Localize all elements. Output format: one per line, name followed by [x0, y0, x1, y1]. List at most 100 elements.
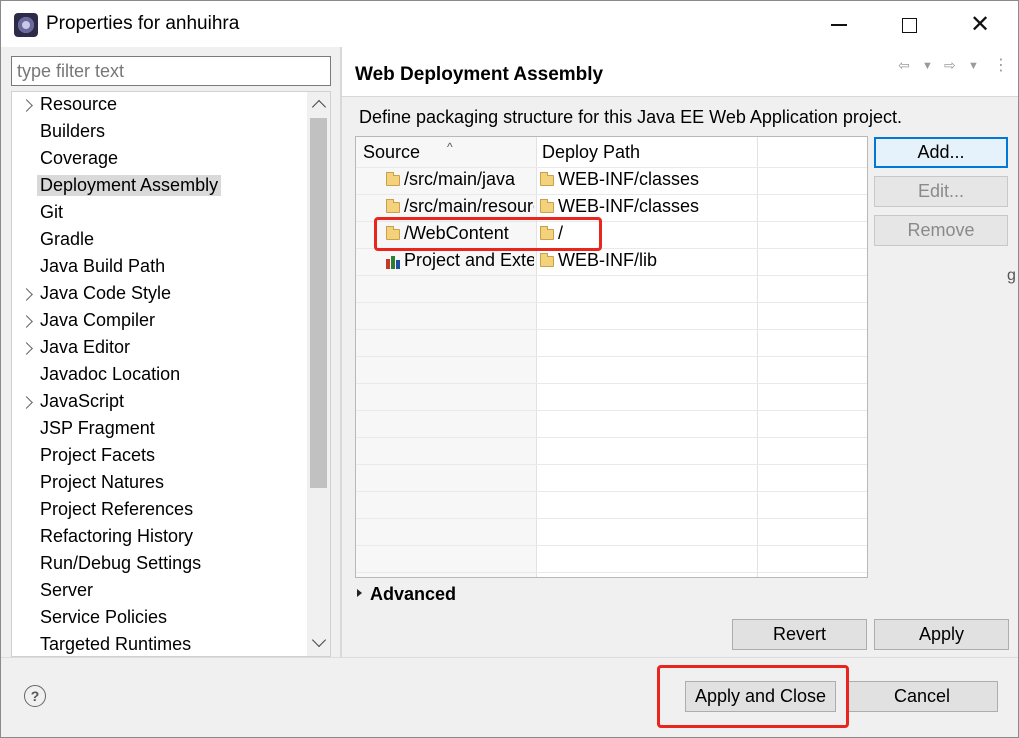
tree-item[interactable]: Gradle [12, 227, 307, 254]
tree-item[interactable]: Coverage [12, 146, 307, 173]
expand-chevron-icon[interactable] [20, 339, 34, 357]
tree-item[interactable]: Java Code Style [12, 281, 307, 308]
close-button[interactable]: ✕ [964, 9, 996, 41]
tree-item[interactable]: Server [12, 578, 307, 605]
expand-chevron-icon[interactable] [20, 96, 34, 114]
tree-item[interactable]: Targeted Runtimes [12, 632, 307, 656]
tree-item[interactable]: Javadoc Location [12, 362, 307, 389]
close-icon: ✕ [969, 11, 991, 38]
cancel-button[interactable]: Cancel [846, 681, 998, 712]
tree-item-label: Targeted Runtimes [40, 634, 192, 654]
tree-item[interactable]: JSP Fragment [12, 416, 307, 443]
row-divider [356, 356, 867, 357]
advanced-label: Advanced [370, 584, 457, 604]
tree-item[interactable]: Deployment Assembly [12, 173, 307, 200]
tree-item[interactable]: Project References [12, 497, 307, 524]
tree-item-label: Resource [40, 94, 118, 114]
forward-menu-chevron-icon[interactable]: ▼ [968, 60, 979, 72]
library-icon [386, 255, 402, 269]
row-divider [356, 410, 867, 411]
column-divider[interactable] [757, 137, 758, 577]
row-divider [356, 464, 867, 465]
folder-icon [386, 172, 400, 186]
tree-item[interactable]: Java Editor [12, 335, 307, 362]
tree-item[interactable]: Project Natures [12, 470, 307, 497]
deploy-path: WEB-INF/lib [558, 250, 657, 270]
view-menu-icon[interactable]: ⋮ [993, 55, 1009, 75]
column-header-deploy-path[interactable]: Deploy Path [542, 142, 640, 163]
expand-triangle-icon [357, 589, 362, 598]
source-cell[interactable]: /src/main/java [384, 168, 534, 194]
source-path: /src/main/resources [404, 196, 534, 216]
tree-item-label: Deployment Assembly [37, 175, 222, 196]
source-path: /src/main/java [404, 169, 516, 189]
source-cell[interactable]: Project and External Dependencies [384, 249, 534, 275]
forward-arrow-icon[interactable]: ⇨ [944, 57, 956, 74]
row-divider [356, 383, 867, 384]
edit-button[interactable]: Edit... [874, 176, 1008, 207]
tree-item-label: Service Policies [40, 607, 168, 627]
tree-item[interactable]: Resource [12, 92, 307, 119]
back-arrow-icon[interactable]: ⇦ [898, 57, 910, 74]
add-button[interactable]: Add... [874, 137, 1008, 168]
expand-chevron-icon[interactable] [20, 285, 34, 303]
row-divider [356, 275, 867, 276]
sort-ascending-icon: ^ [447, 140, 453, 154]
maximize-icon [901, 17, 917, 33]
tree-scrollbar[interactable] [307, 92, 330, 656]
tree-item-label: JavaScript [40, 391, 125, 411]
folder-icon [540, 199, 554, 213]
scroll-up-icon[interactable] [307, 94, 330, 116]
eclipse-app-icon [14, 13, 38, 37]
tree-item[interactable]: JavaScript [12, 389, 307, 416]
scrollbar-thumb[interactable] [310, 118, 327, 488]
help-icon[interactable]: ? [24, 685, 46, 707]
window-title: Properties for anhuihra [46, 13, 240, 34]
tree-item[interactable]: Refactoring History [12, 524, 307, 551]
maximize-button[interactable] [893, 9, 925, 41]
column-header-label: Source [363, 142, 421, 162]
tree-item[interactable]: Builders [12, 119, 307, 146]
tree-item[interactable]: Service Policies [12, 605, 307, 632]
tree-item[interactable]: Git [12, 200, 307, 227]
tree-item[interactable]: Run/Debug Settings [12, 551, 307, 578]
column-header-source[interactable]: Source ^ [363, 140, 453, 163]
tree-item-label: Java Code Style [40, 283, 172, 303]
filter-input[interactable] [11, 56, 331, 86]
tree-item[interactable]: Project Facets [12, 443, 307, 470]
title-bar: Properties for anhuihra ✕ [1, 1, 1018, 47]
expand-chevron-icon[interactable] [20, 312, 34, 330]
tree-item[interactable]: Java Compiler [12, 308, 307, 335]
folder-icon [540, 172, 554, 186]
expand-chevron-icon[interactable] [20, 393, 34, 411]
scroll-down-icon[interactable] [307, 632, 330, 654]
revert-button[interactable]: Revert [732, 619, 867, 650]
minimize-icon [831, 24, 847, 26]
page-description: Define packaging structure for this Java… [359, 107, 902, 127]
tree-item-label: Server [40, 580, 94, 600]
apply-button[interactable]: Apply [874, 619, 1009, 650]
tree-item-label: Project Natures [40, 472, 165, 492]
background-window-glyph: g [1007, 267, 1016, 284]
highlight-apply-and-close [657, 665, 849, 728]
row-divider [356, 302, 867, 303]
panel-splitter[interactable] [340, 47, 342, 657]
deploy-path-cell[interactable]: WEB-INF/lib [538, 249, 756, 275]
footer-separator [1, 657, 1018, 658]
tree-item-label: JSP Fragment [40, 418, 155, 438]
row-divider [356, 491, 867, 492]
remove-button[interactable]: Remove [874, 215, 1008, 246]
minimize-button[interactable] [823, 9, 855, 41]
tree-item-label: Project References [40, 499, 194, 519]
deployment-table: Source ^ Deploy Path /src/main/java WEB-I… [355, 136, 868, 578]
deploy-path: WEB-INF/classes [558, 169, 700, 189]
deploy-path: WEB-INF/classes [558, 196, 700, 216]
column-divider[interactable] [536, 137, 537, 577]
back-menu-chevron-icon[interactable]: ▼ [922, 60, 933, 72]
deploy-path-cell[interactable]: WEB-INF/classes [538, 168, 756, 194]
tree-item-label: Project Facets [40, 445, 156, 465]
tree-item-label: Refactoring History [40, 526, 194, 546]
advanced-section-toggle[interactable]: Advanced [357, 584, 456, 605]
tree-item[interactable]: Java Build Path [12, 254, 307, 281]
tree-item-label: Java Compiler [40, 310, 156, 330]
